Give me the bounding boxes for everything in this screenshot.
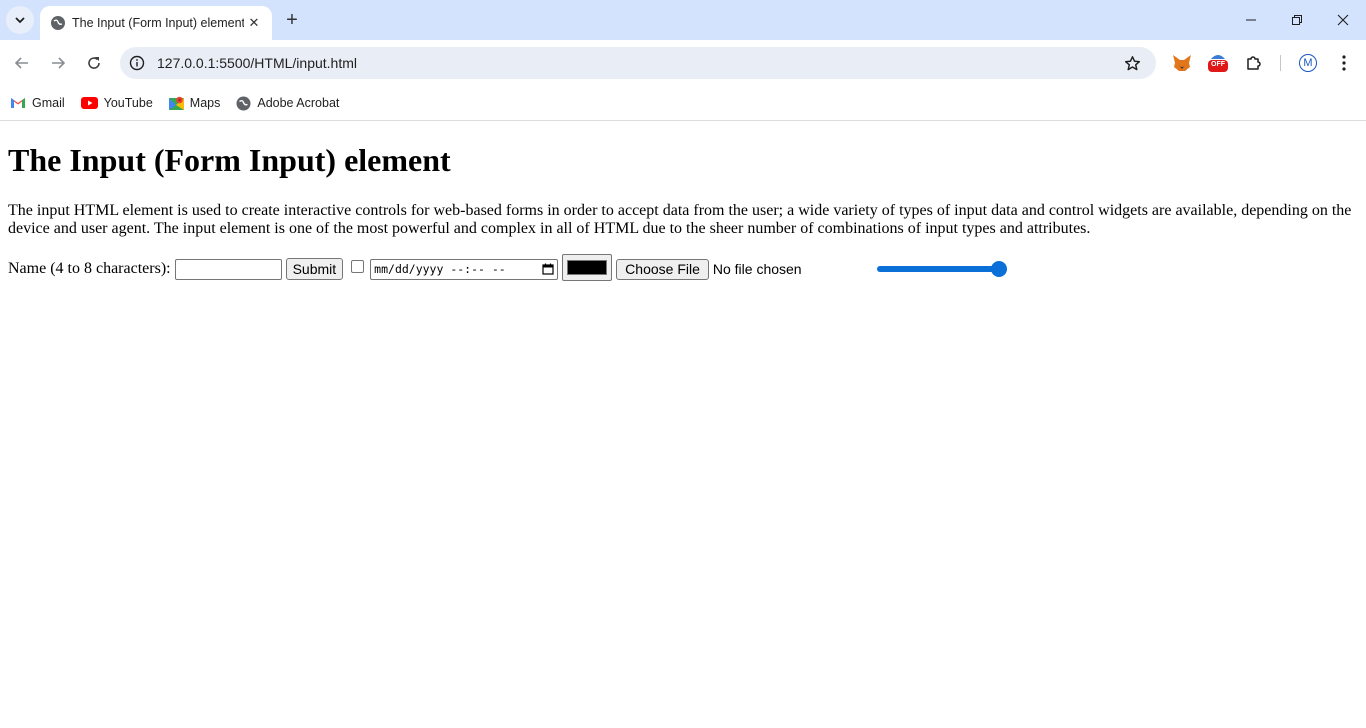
profile-button[interactable]: M bbox=[1294, 49, 1322, 77]
minimize-icon bbox=[1246, 19, 1256, 21]
color-picker[interactable] bbox=[562, 253, 613, 281]
address-bar[interactable]: 127.0.0.1:5500/HTML/input.html bbox=[120, 47, 1156, 79]
arrow-left-icon bbox=[14, 57, 28, 69]
toggle-extension-button[interactable]: OFF bbox=[1204, 49, 1232, 77]
metamask-extension-button[interactable] bbox=[1168, 49, 1196, 77]
checkbox[interactable] bbox=[351, 259, 365, 273]
browser-titlebar: The Input (Form Input) element ✕ + bbox=[0, 0, 1366, 40]
browser-menu-button[interactable] bbox=[1330, 49, 1358, 77]
bookmark-star-button[interactable] bbox=[1118, 49, 1146, 77]
avatar: M bbox=[1299, 54, 1317, 72]
chevron-down-icon bbox=[15, 17, 25, 24]
color-swatch bbox=[567, 259, 608, 275]
range-track bbox=[877, 266, 1001, 272]
close-tab-icon[interactable]: ✕ bbox=[244, 13, 264, 33]
choose-file-button[interactable]: Choose File bbox=[616, 258, 709, 280]
puzzle-icon bbox=[1247, 56, 1261, 70]
site-info-button[interactable] bbox=[123, 49, 151, 77]
fox-icon bbox=[1173, 55, 1191, 71]
file-status: No file chosen bbox=[712, 261, 802, 277]
browser-toolbar: 127.0.0.1:5500/HTML/input.html OFF M bbox=[0, 40, 1366, 86]
datetime-placeholder: mm/dd/yyyy --:-- -- bbox=[374, 262, 506, 276]
bookmark-maps[interactable]: Maps bbox=[168, 96, 221, 111]
submit-button[interactable]: Submit bbox=[285, 258, 344, 280]
page-description: The input HTML element is used to create… bbox=[8, 202, 1352, 237]
close-window-button[interactable] bbox=[1320, 0, 1366, 40]
youtube-icon bbox=[80, 97, 98, 109]
bookmark-youtube[interactable]: YouTube bbox=[80, 96, 153, 110]
input-form: Name (4 to 8 characters): Submit mm/dd/y… bbox=[8, 253, 1358, 282]
gmail-icon bbox=[10, 97, 26, 109]
datetime-input[interactable]: mm/dd/yyyy --:-- -- bbox=[370, 258, 559, 280]
url-text[interactable]: 127.0.0.1:5500/HTML/input.html bbox=[157, 55, 1118, 71]
new-tab-button[interactable]: + bbox=[280, 8, 304, 32]
more-vertical-icon bbox=[1342, 55, 1346, 71]
star-icon bbox=[1124, 55, 1140, 70]
bookmark-label: YouTube bbox=[103, 96, 153, 110]
calendar-icon[interactable] bbox=[542, 263, 554, 275]
bookmark-label: Adobe Acrobat bbox=[257, 96, 340, 110]
back-button[interactable] bbox=[6, 47, 38, 79]
extensions-button[interactable] bbox=[1240, 49, 1268, 77]
page-content: The Input (Form Input) element The input… bbox=[0, 142, 1366, 282]
active-tab[interactable]: The Input (Form Input) element ✕ bbox=[40, 6, 272, 40]
tab-title: The Input (Form Input) element bbox=[72, 16, 244, 30]
bookmarks-bar: Gmail YouTube Maps Adobe Acrobat bbox=[0, 86, 1366, 121]
reload-button[interactable] bbox=[78, 47, 110, 79]
bookmark-label: Gmail bbox=[32, 96, 65, 110]
maps-icon bbox=[168, 96, 184, 111]
minimize-button[interactable] bbox=[1228, 0, 1274, 40]
bookmark-gmail[interactable]: Gmail bbox=[10, 96, 65, 110]
restore-button[interactable] bbox=[1274, 0, 1320, 40]
forward-button[interactable] bbox=[42, 47, 74, 79]
bookmark-label: Maps bbox=[189, 96, 221, 110]
range-thumb[interactable] bbox=[991, 261, 1007, 277]
page-title: The Input (Form Input) element bbox=[8, 142, 451, 178]
globe-icon bbox=[236, 96, 251, 111]
arrow-right-icon bbox=[52, 57, 66, 69]
bookmark-adobe-acrobat[interactable]: Adobe Acrobat bbox=[236, 96, 339, 111]
name-input[interactable] bbox=[174, 258, 282, 280]
info-icon bbox=[129, 55, 145, 71]
range-slider[interactable] bbox=[877, 256, 1007, 282]
profile-initial: M bbox=[1303, 57, 1313, 69]
tab-search-button[interactable] bbox=[6, 6, 34, 34]
name-label: Name (4 to 8 characters): bbox=[8, 260, 171, 277]
reload-icon bbox=[88, 57, 100, 69]
toolbar-separator bbox=[1280, 55, 1281, 71]
restore-icon bbox=[1292, 15, 1302, 25]
window-controls bbox=[1228, 0, 1366, 40]
close-icon bbox=[1337, 14, 1349, 26]
extension-badge-text: OFF bbox=[1211, 61, 1225, 68]
globe-icon bbox=[51, 16, 65, 30]
